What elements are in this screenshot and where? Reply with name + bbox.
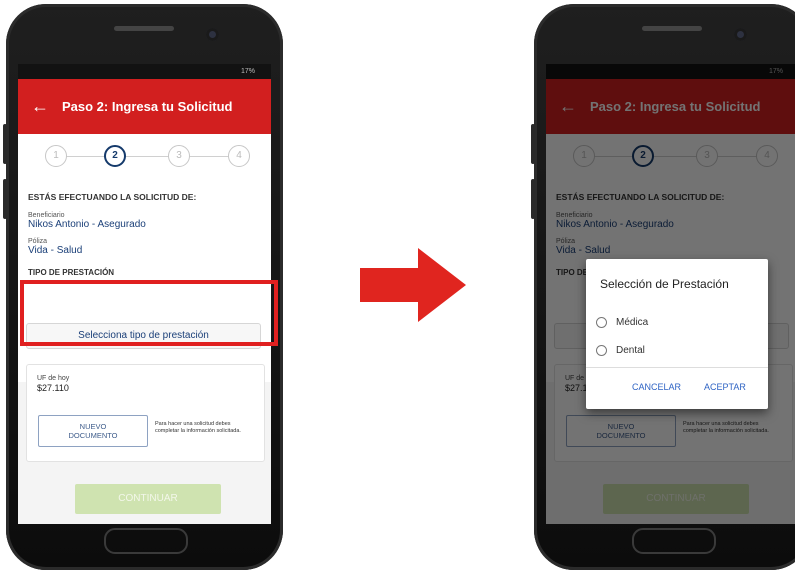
arrow-right-icon [360,248,466,322]
speaker [642,26,702,31]
stepper: 1 2 3 4 [18,134,271,180]
new-document-button[interactable]: NUEVODOCUMENTO [38,415,148,447]
volume-button [531,124,535,164]
beneficiario-value: Nikos Antonio - Asegurado [28,219,146,230]
option-label: Médica [616,317,649,328]
speaker [114,26,174,31]
cancel-button[interactable]: CANCELAR [632,382,681,392]
summary-heading: ESTÁS EFECTUANDO LA SOLICITUD DE: [28,192,197,202]
poliza-value: Vida - Salud [28,245,83,256]
new-document-line1: NUEVO [79,422,107,431]
camera-icon [206,28,219,41]
uf-value: $27.110 [37,383,69,393]
continue-button[interactable]: CONTINUAR [75,484,221,514]
status-bar: 17% [18,64,271,79]
back-arrow-icon[interactable]: ← [18,96,62,117]
home-button [632,528,716,554]
option-medica[interactable]: Médica [596,317,648,328]
step-3: 3 [168,145,190,167]
volume-button [531,179,535,219]
app-screen: 17% ← Paso 2: Ingresa tu Solicitud 1 2 3… [546,64,795,524]
beneficiario-label: Beneficiario [28,212,65,219]
step-2: 2 [104,145,126,167]
option-label: Dental [616,345,645,356]
new-document-line2: DOCUMENTO [68,431,118,440]
step-1: 1 [45,145,67,167]
page-title: Paso 2: Ingresa tu Solicitud [62,99,233,114]
prestacion-label: TIPO DE PRESTACIÓN [28,268,115,277]
info-note: Para hacer una solicitud debes completar… [155,421,241,434]
radio-icon[interactable] [596,345,607,356]
highlight-box [20,280,278,346]
accept-button[interactable]: ACEPTAR [704,382,746,392]
volume-button [3,179,7,219]
home-button [104,528,188,554]
step-4: 4 [228,145,250,167]
option-dental[interactable]: Dental [596,345,645,356]
uf-card: UF de hoy $27.110 NUEVODOCUMENTO Para ha… [26,364,265,462]
camera-icon [734,28,747,41]
app-bar: ← Paso 2: Ingresa tu Solicitud [18,79,271,134]
prestacion-dialog: Selección de Prestación Médica Dental CA… [586,259,768,409]
poliza-label: Póliza [28,238,48,245]
dialog-title: Selección de Prestación [600,277,729,291]
uf-label: UF de hoy [37,375,70,382]
radio-icon[interactable] [596,317,607,328]
stepper-line [52,156,237,157]
phone-right: 17% ← Paso 2: Ingresa tu Solicitud 1 2 3… [531,4,795,570]
dialog-divider [586,367,768,368]
volume-button [3,124,7,164]
